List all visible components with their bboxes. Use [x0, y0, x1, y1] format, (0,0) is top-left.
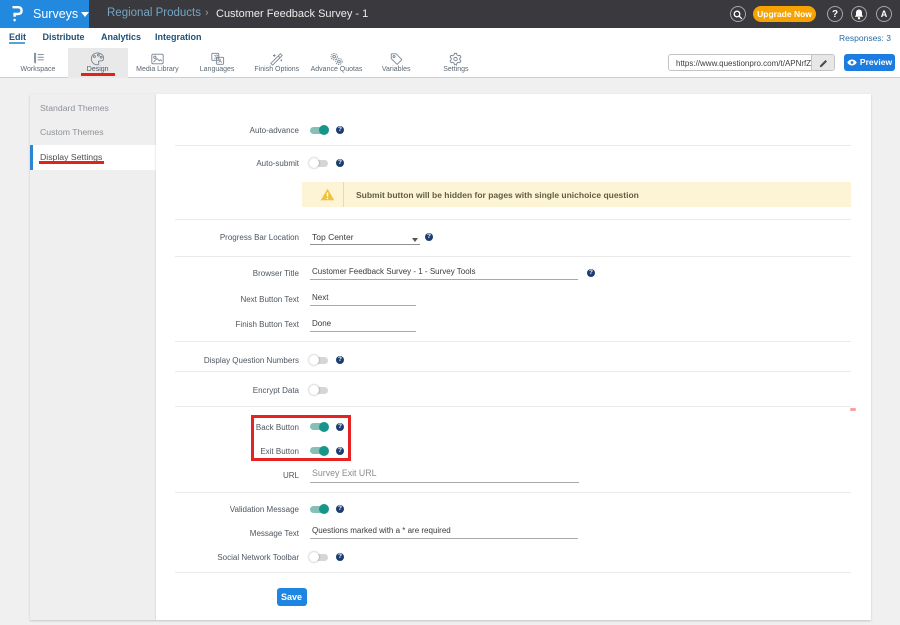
svg-text:A: A [218, 58, 222, 64]
